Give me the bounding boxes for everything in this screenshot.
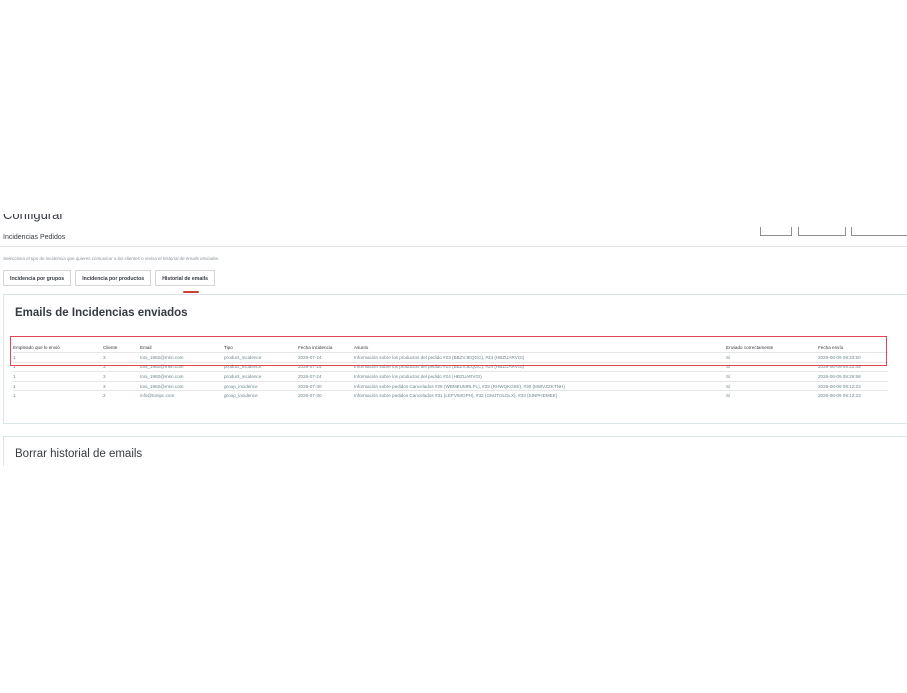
cell-empleado: 1 <box>13 390 103 400</box>
cell-asunto: Información sobre los productos del pedi… <box>354 371 726 382</box>
active-tab-indicator <box>183 291 199 293</box>
cell-fecha-incidencia: 2026-07-30 <box>298 380 354 391</box>
cell-email: info@tonipc.com <box>140 390 224 400</box>
cell-fecha-incidencia: 2026-07-30 <box>298 390 354 400</box>
cell-enviado: Sí <box>726 371 818 382</box>
cell-empleado: 1 <box>13 371 103 382</box>
cell-asunto: Información sobre pedidos Cancelados #28… <box>354 380 726 391</box>
toolbar-button-2[interactable] <box>798 227 846 236</box>
toolbar-button-1[interactable] <box>760 227 792 236</box>
delete-history-panel: Borrar historial de emails <box>3 436 907 466</box>
help-text: Selecciona el tipo de incidencia que qui… <box>3 256 220 261</box>
cell-tipo: group_incidence <box>224 380 298 391</box>
table-row: 1 2 info@tonipc.com group_incidence 2026… <box>13 390 888 400</box>
cell-tipo: group_incidence <box>224 390 298 400</box>
tab-incidencia-por-productos[interactable]: Incidencia por productos <box>75 270 152 286</box>
cell-enviado: Sí <box>726 380 818 391</box>
cell-fecha-incidencia: 2026-07-24 <box>298 371 354 382</box>
highlight-box <box>10 336 887 366</box>
cell-email: toni_1982@msn.com <box>140 380 224 391</box>
delete-history-title: Borrar historial de emails <box>15 448 143 460</box>
table-row: 1 3 toni_1982@msn.com product_incidence … <box>13 371 888 382</box>
cell-cliente: 3 <box>103 380 140 391</box>
tab-incidencia-por-grupos[interactable]: Incidencia por grupos <box>3 270 72 286</box>
page-subtitle: Incidencias Pedidos <box>3 234 66 241</box>
cell-cliente: 3 <box>103 371 140 382</box>
tab-bar: Incidencia por grupos Incidencia por pro… <box>3 270 219 286</box>
cell-enviado: Sí <box>726 390 818 400</box>
cell-fecha-envio: 2026-08-09 09:12:23 <box>818 390 888 400</box>
toolbar-button-3[interactable] <box>851 227 907 236</box>
emails-panel-title: Emails de Incidencias enviados <box>15 307 188 319</box>
cell-asunto: Información sobre pedidos Cancelados #31… <box>354 390 726 400</box>
cell-cliente: 2 <box>103 390 140 400</box>
cell-fecha-envio: 2026-08-09 09:26:58 <box>818 371 888 382</box>
cell-email: toni_1982@msn.com <box>140 371 224 382</box>
page-title: Configurar <box>3 214 64 222</box>
tab-historial-de-emails[interactable]: Historial de emails <box>155 270 216 286</box>
cell-fecha-envio: 2026-08-09 09:12:23 <box>818 380 888 391</box>
cell-tipo: product_incidence <box>224 371 298 382</box>
cell-empleado: 1 <box>13 380 103 391</box>
table-row: 1 3 toni_1982@msn.com group_incidence 20… <box>13 380 888 391</box>
